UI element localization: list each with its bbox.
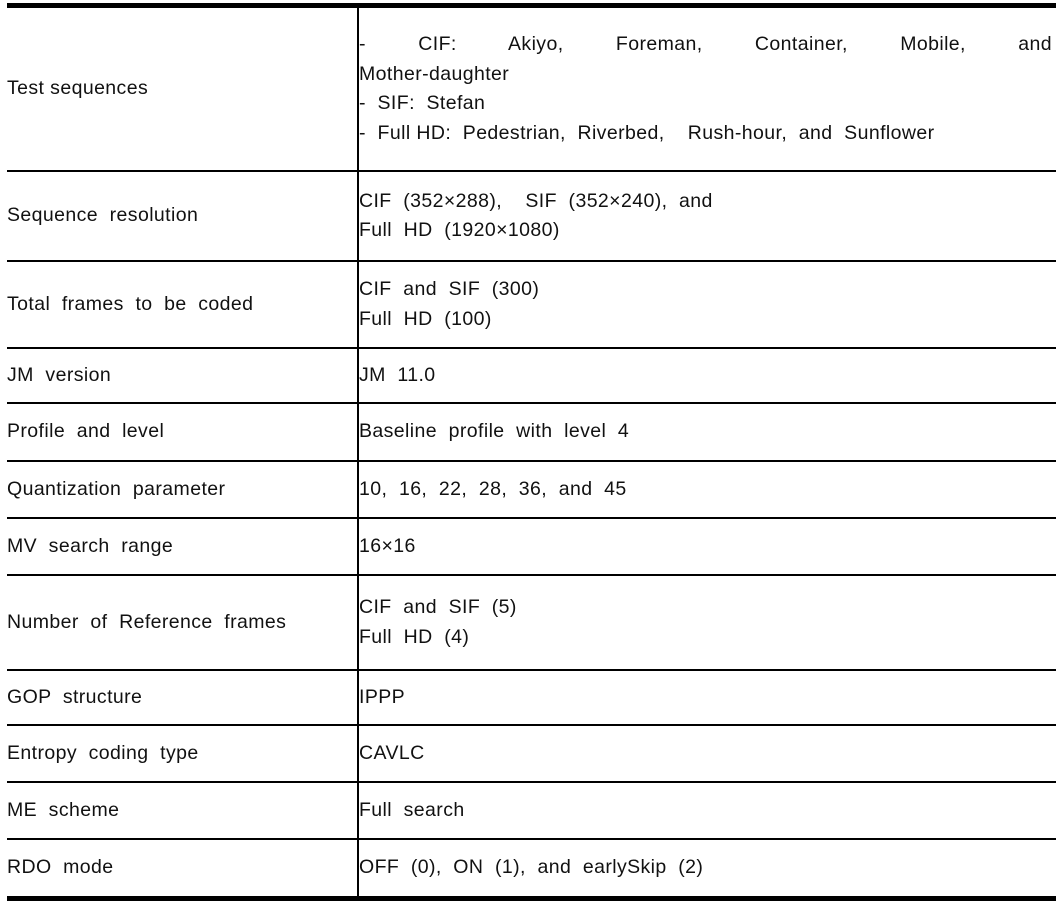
value-line: - CIF: Akiyo, Foreman, Container, Mobile… <box>359 33 1052 55</box>
value-line: JM 11.0 <box>359 363 436 386</box>
value-line: 16×16 <box>359 534 416 557</box>
value-line: CIF and SIF (300) <box>359 278 540 300</box>
row-label: GOP structure <box>7 685 143 708</box>
row-label: Test sequences <box>7 77 149 100</box>
row-label: Total frames to be coded <box>7 292 254 315</box>
value-line: CAVLC <box>359 741 425 764</box>
table-row: Total frames to be coded CIF and SIF (30… <box>7 260 1056 348</box>
row-label-cell: Test sequences <box>7 5 359 171</box>
row-label: Profile and level <box>7 420 165 443</box>
row-label-cell: Number of Reference frames <box>7 574 359 670</box>
value-line: - Full HD: Pedestrian, Riverbed, Rush-ho… <box>359 121 935 144</box>
value-line: CIF and SIF (5) <box>359 596 517 618</box>
row-value-cell: OFF (0), ON (1), and earlySkip (2) <box>358 838 1056 899</box>
value-line: Full HD (4) <box>359 625 470 648</box>
table-row: RDO mode OFF (0), ON (1), and earlySkip … <box>7 838 1056 899</box>
row-label-cell: Sequence resolution <box>7 170 359 261</box>
row-label: Entropy coding type <box>7 741 199 764</box>
table-row: ME scheme Full search <box>7 781 1056 839</box>
table-row: Profile and level Baseline profile with … <box>7 402 1056 461</box>
table-row: GOP structure IPPP <box>7 669 1056 725</box>
table-body: Test sequences - CIF: Akiyo, Foreman, Co… <box>7 5 1056 899</box>
value-line: CIF (352×288), SIF (352×240), and <box>359 189 713 212</box>
row-label: MV search range <box>7 534 174 557</box>
row-value-cell: 16×16 <box>358 517 1056 575</box>
row-label-cell: Entropy coding type <box>7 724 359 782</box>
row-value-cell: CIF and SIF (300) Full HD (100) <box>358 260 1056 348</box>
row-value-cell: 10, 16, 22, 28, 36, and 45 <box>358 460 1056 518</box>
row-value-cell: CAVLC <box>358 724 1056 782</box>
table-row: JM version JM 11.0 <box>7 347 1056 403</box>
table-row: Entropy coding type CAVLC <box>7 724 1056 782</box>
row-label: Quantization parameter <box>7 477 226 500</box>
value-line: OFF (0), ON (1), and earlySkip (2) <box>359 856 704 879</box>
value-line: Mother-daughter <box>359 62 510 85</box>
value-line: Full HD (1920×1080) <box>359 219 560 241</box>
row-value-cell: IPPP <box>358 669 1056 725</box>
table-row: Sequence resolution CIF (352×288), SIF (… <box>7 170 1056 261</box>
value-line: Baseline profile with level 4 <box>359 420 630 443</box>
table-row: Quantization parameter 10, 16, 22, 28, 3… <box>7 460 1056 518</box>
experimental-conditions-table: Test sequences - CIF: Akiyo, Foreman, Co… <box>7 3 1056 901</box>
row-label-cell: Profile and level <box>7 402 359 461</box>
row-label-cell: Total frames to be coded <box>7 260 359 348</box>
table-row: MV search range 16×16 <box>7 517 1056 575</box>
value-line: 10, 16, 22, 28, 36, and 45 <box>359 477 627 500</box>
value-line: Full search <box>359 798 465 821</box>
row-value-cell: JM 11.0 <box>358 347 1056 403</box>
row-label-cell: Quantization parameter <box>7 460 359 518</box>
spec-table-container: Test sequences - CIF: Akiyo, Foreman, Co… <box>7 3 1056 901</box>
table-row: Test sequences - CIF: Akiyo, Foreman, Co… <box>7 5 1056 172</box>
row-value-cell: CIF (352×288), SIF (352×240), and Full H… <box>358 170 1056 261</box>
row-label-cell: MV search range <box>7 517 359 575</box>
row-value-cell: CIF and SIF (5) Full HD (4) <box>358 574 1056 670</box>
row-label: Number of Reference frames <box>7 610 287 633</box>
table-row: Number of Reference frames CIF and SIF (… <box>7 574 1056 670</box>
row-value-cell: Full search <box>358 781 1056 839</box>
row-label: Sequence resolution <box>7 204 199 227</box>
row-label: ME scheme <box>7 798 120 821</box>
row-label-cell: ME scheme <box>7 781 359 839</box>
row-value-cell: - CIF: Akiyo, Foreman, Container, Mobile… <box>358 6 1056 172</box>
row-label-cell: GOP structure <box>7 669 359 725</box>
value-line: IPPP <box>359 685 406 708</box>
row-value-cell: Baseline profile with level 4 <box>358 402 1056 461</box>
value-line: - SIF: Stefan <box>359 92 486 114</box>
row-label: JM version <box>7 363 112 386</box>
row-label-cell: RDO mode <box>7 838 359 899</box>
row-label: RDO mode <box>7 856 114 879</box>
row-label-cell: JM version <box>7 347 359 403</box>
value-line: Full HD (100) <box>359 307 492 330</box>
